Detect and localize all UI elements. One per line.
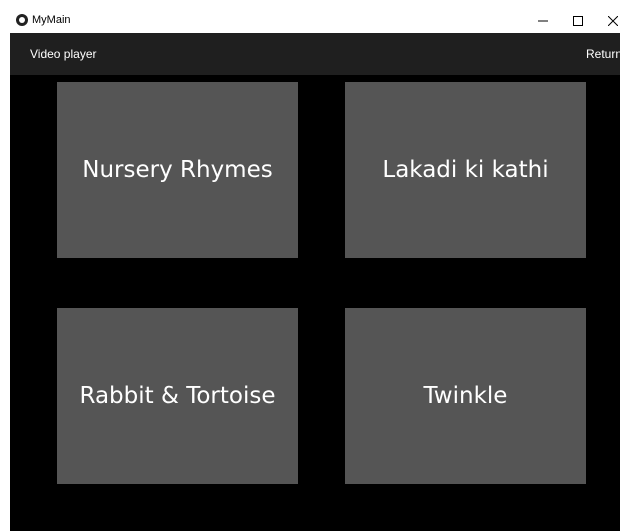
maximize-button[interactable] bbox=[561, 8, 595, 33]
app-window: MyMain Video player Return Nursery Rhyme… bbox=[10, 8, 620, 531]
minimize-button[interactable] bbox=[526, 8, 560, 33]
app-logo-icon bbox=[16, 14, 28, 26]
return-button[interactable]: Return bbox=[586, 47, 620, 61]
toolbar-title: Video player bbox=[30, 47, 97, 61]
close-icon bbox=[608, 15, 618, 26]
tile-rabbit-tortoise[interactable]: Rabbit & Tortoise bbox=[57, 308, 298, 484]
close-button[interactable] bbox=[596, 8, 620, 33]
tile-lakadi-ki-kathi[interactable]: Lakadi ki kathi bbox=[345, 82, 586, 258]
maximize-icon bbox=[573, 15, 583, 26]
app-toolbar: Video player Return bbox=[10, 33, 620, 75]
minimize-icon bbox=[538, 20, 548, 21]
tile-nursery-rhymes[interactable]: Nursery Rhymes bbox=[57, 82, 298, 258]
window-title: MyMain bbox=[32, 14, 71, 26]
window-titlebar[interactable]: MyMain bbox=[10, 8, 620, 33]
tile-label: Lakadi ki kathi bbox=[382, 157, 549, 183]
tile-label: Rabbit & Tortoise bbox=[79, 383, 276, 409]
tile-label: Nursery Rhymes bbox=[82, 157, 273, 183]
tile-twinkle[interactable]: Twinkle bbox=[345, 308, 586, 484]
tile-label: Twinkle bbox=[423, 383, 508, 409]
